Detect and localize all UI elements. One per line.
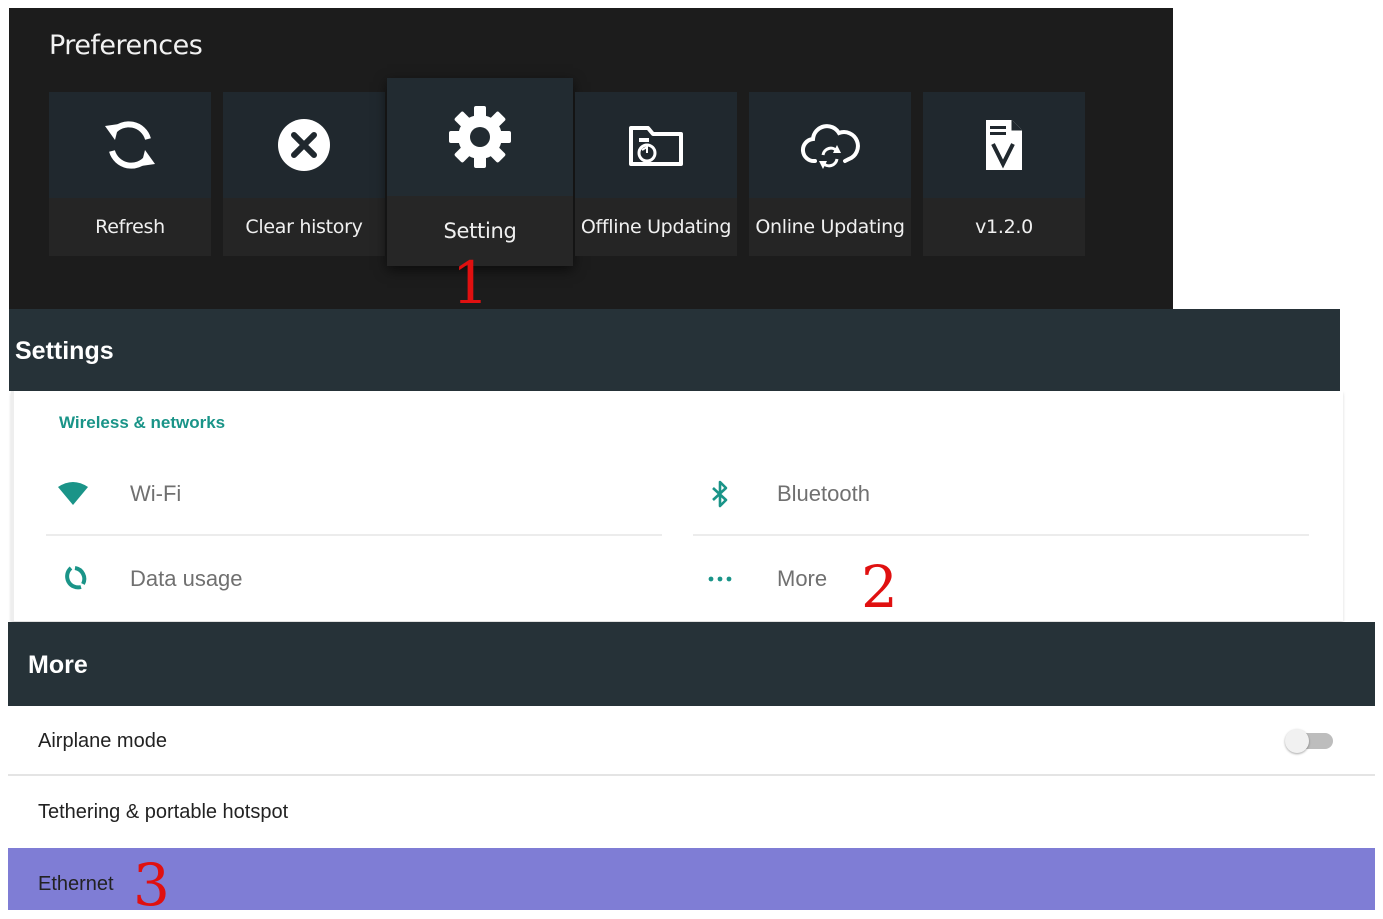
clear-history-tile[interactable]: Clear history	[223, 92, 385, 256]
ethernet-row[interactable]: Ethernet	[8, 848, 1375, 910]
tethering-row[interactable]: Tethering & portable hotspot	[8, 776, 1375, 846]
clear-history-label: Clear history	[223, 198, 385, 256]
version-document-icon	[923, 92, 1085, 198]
settings-divider	[693, 534, 1309, 536]
airplane-mode-label: Airplane mode	[38, 730, 167, 752]
gear-icon	[387, 78, 573, 196]
settings-header: Settings	[9, 309, 1340, 391]
data-usage-label: Data usage	[130, 566, 243, 591]
refresh-icon	[49, 92, 211, 198]
annotation-3: 3	[133, 851, 170, 919]
wifi-item[interactable]: Wi-Fi	[46, 454, 658, 534]
data-usage-icon	[46, 559, 100, 599]
bluetooth-item[interactable]: Bluetooth	[693, 454, 1305, 534]
more-header: More	[8, 622, 1375, 706]
ethernet-label: Ethernet	[38, 873, 114, 895]
bluetooth-label: Bluetooth	[777, 481, 870, 506]
category-title: Wireless & networks	[59, 413, 226, 432]
version-tile[interactable]: v1.2.0	[923, 92, 1085, 256]
version-label: v1.2.0	[923, 198, 1085, 256]
close-circle-icon	[223, 92, 385, 198]
bluetooth-icon	[693, 474, 747, 514]
folder-sync-icon	[575, 92, 737, 198]
tethering-label: Tethering & portable hotspot	[38, 801, 289, 823]
annotation-1: 1	[452, 249, 489, 317]
setting-tile[interactable]: Setting	[387, 78, 573, 266]
cloud-sync-icon	[749, 92, 911, 198]
airplane-mode-row[interactable]: Airplane mode	[8, 706, 1375, 774]
online-updating-label: Online Updating	[749, 198, 911, 256]
online-updating-tile[interactable]: Online Updating	[749, 92, 911, 256]
settings-content: Wireless & networks Wi-Fi Bluetooth Data…	[11, 391, 1343, 621]
toggle-thumb	[1285, 729, 1309, 753]
airplane-mode-toggle[interactable]	[1285, 729, 1333, 753]
wifi-icon	[46, 474, 100, 514]
offline-updating-label: Offline Updating	[575, 198, 737, 256]
preferences-panel: Preferences Refresh Clear history Settin…	[9, 8, 1173, 309]
more-title: More	[28, 651, 88, 679]
more-label: More	[777, 566, 828, 591]
more-dots-icon	[693, 559, 747, 599]
settings-divider	[46, 534, 662, 536]
settings-title: Settings	[15, 337, 114, 365]
refresh-label: Refresh	[49, 198, 211, 256]
refresh-tile[interactable]: Refresh	[49, 92, 211, 256]
offline-updating-tile[interactable]: Offline Updating	[575, 92, 737, 256]
data-usage-item[interactable]: Data usage	[46, 539, 658, 619]
preferences-title: Preferences	[49, 30, 203, 61]
wifi-label: Wi-Fi	[130, 481, 182, 506]
annotation-2: 2	[861, 553, 898, 621]
